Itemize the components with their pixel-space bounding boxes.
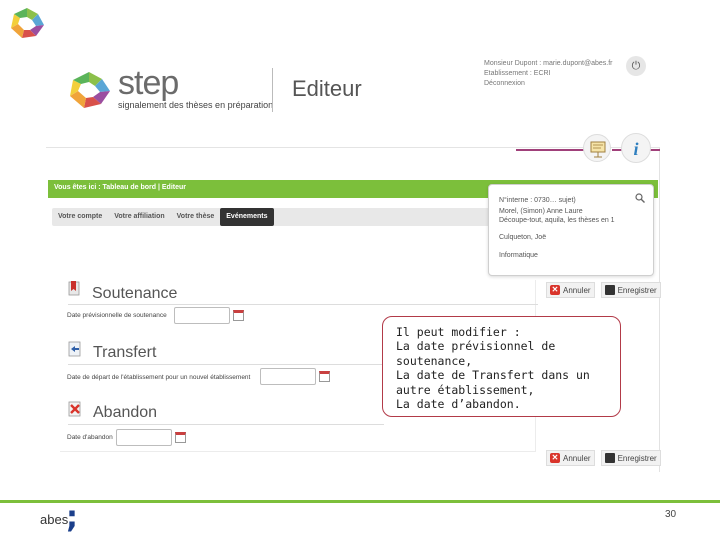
top-action-row: ✕ Annuler Enregistrer [546, 282, 661, 298]
section-divider-soutenance [68, 304, 538, 305]
breadcrumb: Vous êtes ici : Tableau de bord | Editeu… [54, 184, 187, 191]
cancel-x-icon: ✕ [550, 285, 560, 295]
cancel-button-top[interactable]: ✕ Annuler [546, 282, 595, 298]
bookmark-icon [68, 281, 80, 296]
section-title-transfert: Transfert [93, 344, 157, 361]
section-title-soutenance: Soutenance [92, 285, 178, 302]
field-label-abandon: Date d'abandon [67, 434, 113, 441]
presentation-button[interactable] [583, 134, 611, 162]
field-label-soutenance: Date prévisionnelle de soutenance [67, 312, 167, 319]
cancel-label-bottom: Annuler [563, 453, 591, 463]
floppy-disk-icon [604, 285, 615, 295]
save-label-bottom: Enregistrer [617, 453, 657, 463]
thesis-discipline: Informatique [499, 252, 538, 259]
date-input-soutenance[interactable] [174, 307, 230, 324]
module-title: Editeur [292, 76, 362, 101]
abes-logo-icon: ; [66, 500, 78, 535]
field-label-transfert: Date de départ de l'établissement pour u… [67, 374, 251, 381]
thesis-author: Morel, (Simon) Anne Laure [499, 208, 583, 215]
user-info: Monsieur Dupont : marie.dupont@abes.fr E… [484, 59, 613, 89]
abes-logo-text: abes [40, 512, 69, 527]
step-logo-icon [70, 72, 110, 108]
date-input-transfert[interactable] [260, 368, 316, 385]
thesis-summary-box: N°interne : 0730… sujet) Morel, (Simon) … [488, 184, 654, 276]
page-number: 30 [665, 509, 677, 520]
logout-link[interactable]: Déconnexion [484, 80, 525, 87]
save-button-bottom[interactable]: Enregistrer [600, 450, 661, 466]
tab-bar: Votre compte Votre affiliation Votre thè… [52, 208, 532, 226]
accent-line-right [650, 149, 660, 151]
save-button-top[interactable]: Enregistrer [600, 282, 661, 298]
section-divider-transfert [68, 364, 384, 365]
user-info-name: Monsieur Dupont : marie.dupont@abes.fr [484, 60, 613, 67]
header-divider [272, 68, 273, 112]
search-icon[interactable] [635, 193, 645, 203]
annotation-callout: Il peut modifier : La date prévisionnel … [382, 316, 621, 417]
abandon-x-icon [68, 401, 81, 417]
user-info-establishment: Etablissement : ECRI [484, 70, 551, 77]
bottom-action-row: ✕ Annuler Enregistrer [546, 450, 661, 466]
footer-rule [0, 500, 720, 503]
calendar-icon-soutenance[interactable] [233, 310, 244, 321]
presentation-board-icon [590, 141, 606, 158]
thesis-id: N°interne : 0730… sujet) [499, 197, 576, 204]
calendar-icon-transfert[interactable] [319, 371, 330, 382]
cancel-x-icon: ✕ [550, 453, 560, 463]
cancel-button-bottom[interactable]: ✕ Annuler [546, 450, 595, 466]
accent-line-left [516, 149, 584, 151]
thesis-director: Culqueton, Joë [499, 234, 547, 241]
cancel-label-top: Annuler [563, 285, 591, 295]
step-tagline: signalement des thèses en préparation [118, 100, 274, 110]
power-icon[interactable]: ⏻ [626, 56, 646, 76]
floppy-disk-icon [604, 453, 615, 463]
thesis-title: Découpe-tout, aquila, les thèses en 1 [499, 217, 615, 224]
info-icon[interactable]: i [621, 133, 651, 163]
transfer-icon [68, 341, 81, 357]
tab-evenements[interactable]: Evénements [220, 208, 274, 226]
app-header: step signalement des thèses en préparati… [46, 52, 660, 148]
section-divider-abandon [68, 424, 384, 425]
date-input-abandon[interactable] [116, 429, 172, 446]
calendar-icon-abandon[interactable] [175, 432, 186, 443]
tab-votre-these[interactable]: Votre thèse [171, 208, 221, 226]
tab-votre-affiliation[interactable]: Votre affiliation [108, 208, 170, 226]
section-title-abandon: Abandon [93, 404, 158, 421]
tab-votre-compte[interactable]: Votre compte [52, 208, 108, 226]
save-label-top: Enregistrer [617, 285, 657, 295]
step-logo-text: step [118, 64, 179, 102]
abes-corner-logo-icon [11, 8, 44, 38]
slide: step signalement des thèses en préparati… [0, 0, 720, 540]
